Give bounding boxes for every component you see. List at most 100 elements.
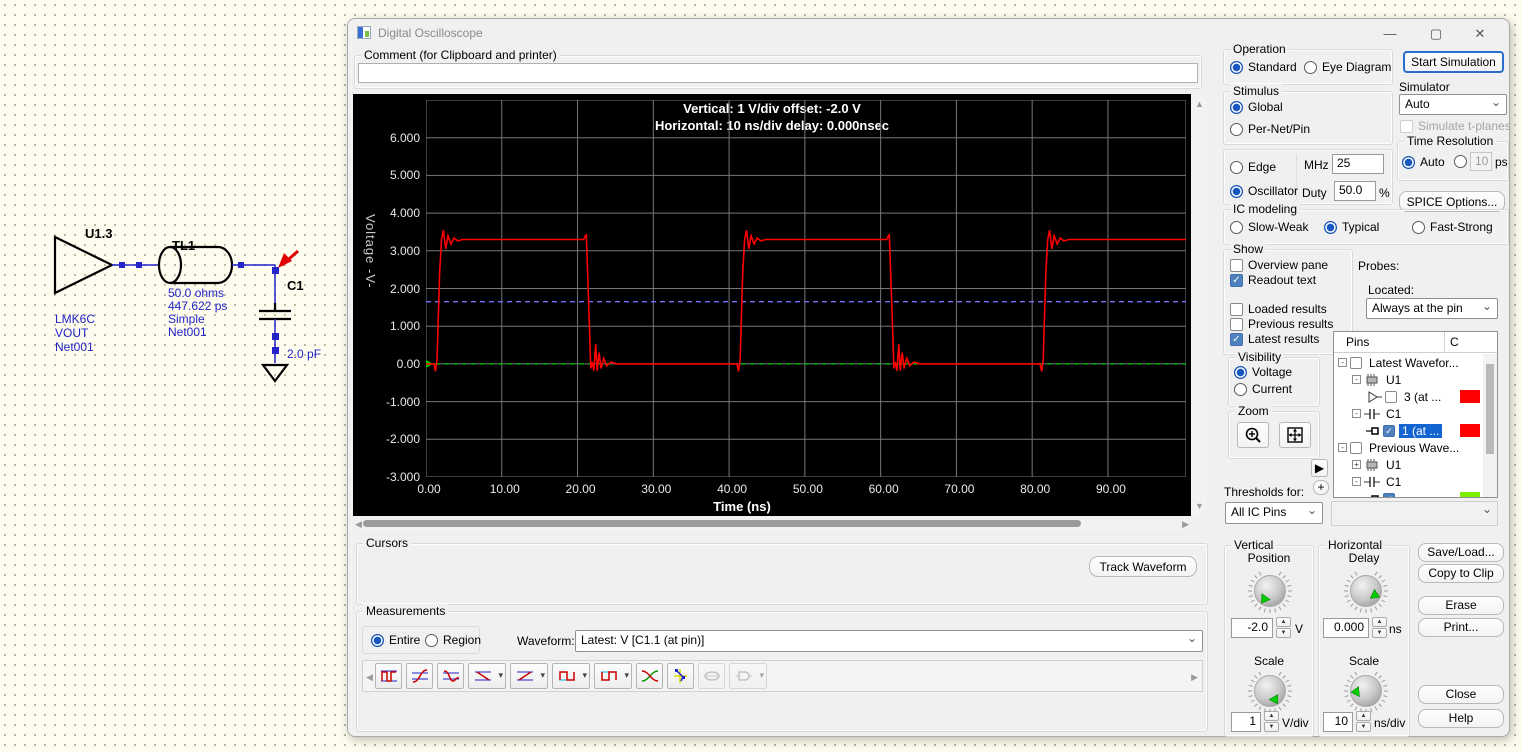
simulator-combo[interactable]: Auto bbox=[1399, 94, 1507, 115]
pins-tree-row[interactable]: - Previous Wave... bbox=[1334, 439, 1482, 456]
probe-checkbox[interactable] bbox=[1350, 442, 1362, 454]
tline-symbol[interactable] bbox=[159, 247, 232, 283]
scrollbar-thumb[interactable] bbox=[363, 520, 1081, 527]
collapse-icon[interactable]: - bbox=[1338, 358, 1347, 367]
loaded-results-checkbox[interactable]: Loaded results bbox=[1230, 302, 1327, 316]
rising-edge-button[interactable] bbox=[406, 663, 433, 689]
horizontal-delay-field[interactable]: 0.000 bbox=[1323, 618, 1369, 638]
previous-results-checkbox[interactable]: Previous results bbox=[1230, 317, 1333, 331]
probe-checkbox[interactable] bbox=[1383, 425, 1395, 437]
falling-wave-button[interactable] bbox=[437, 663, 464, 689]
pin-label[interactable]: Latest Wavefor... bbox=[1366, 356, 1462, 370]
latest-results-checkbox[interactable]: Latest results bbox=[1230, 332, 1319, 346]
entire-radio[interactable]: Entire bbox=[371, 633, 420, 647]
pulse-low-button[interactable] bbox=[594, 663, 632, 689]
toolbar-scroll-right-icon[interactable]: ▶ bbox=[1191, 672, 1198, 683]
fast-strong-radio[interactable]: Fast-Strong bbox=[1412, 220, 1493, 234]
mhz-field[interactable]: 25 bbox=[1332, 154, 1384, 174]
horizontal-scale-field[interactable]: 10 bbox=[1323, 712, 1353, 732]
pins-tree-scrollbar[interactable] bbox=[1483, 354, 1497, 497]
probe-checkbox[interactable] bbox=[1350, 357, 1362, 369]
print-button[interactable]: Print... bbox=[1418, 618, 1504, 637]
global-radio[interactable]: Global bbox=[1230, 100, 1283, 114]
duty-field[interactable]: 50.0 bbox=[1334, 181, 1376, 201]
pins-tree-panel[interactable]: Pins C -Latest Wavefor...-U13 (at ...-C1… bbox=[1333, 331, 1498, 498]
expand-icon[interactable]: + bbox=[1352, 460, 1361, 469]
vertical-scale-knob[interactable] bbox=[1247, 668, 1293, 717]
toolbar-scroll-left-icon[interactable]: ◀ bbox=[366, 672, 373, 683]
pin-label[interactable]: 3 (at ... bbox=[1401, 390, 1444, 404]
horizontal-scale-spinner[interactable]: ▲▼ bbox=[1356, 711, 1371, 732]
pins-tree-row[interactable]: - U1 bbox=[1334, 371, 1482, 388]
comment-input[interactable] bbox=[358, 63, 1198, 83]
scope-vertical-scrollbar[interactable]: ▲ ▼ bbox=[1191, 94, 1206, 516]
thresholds-combo[interactable]: All IC Pins bbox=[1225, 502, 1323, 524]
probe-cursor-button[interactable] bbox=[667, 663, 694, 689]
standard-radio[interactable]: Standard bbox=[1230, 60, 1297, 74]
collapse-icon[interactable]: - bbox=[1352, 477, 1361, 486]
pin-label[interactable]: U1 bbox=[1383, 458, 1404, 472]
trace-color-swatch[interactable] bbox=[1460, 492, 1480, 497]
track-waveform-button[interactable]: Track Waveform bbox=[1089, 556, 1197, 577]
readout-text-checkbox[interactable]: Readout text bbox=[1230, 273, 1316, 287]
per-net-pin-radio[interactable]: Per-Net/Pin bbox=[1230, 122, 1310, 136]
pulse-high-button[interactable] bbox=[552, 663, 590, 689]
square-wave-button[interactable] bbox=[375, 663, 402, 689]
threshold-value-combo[interactable] bbox=[1331, 501, 1498, 526]
pins-tree-row[interactable] bbox=[1334, 490, 1482, 497]
time-manual-radio[interactable] bbox=[1454, 155, 1467, 168]
rising-slope-button[interactable] bbox=[510, 663, 548, 689]
minimize-button[interactable]: — bbox=[1373, 23, 1407, 45]
probe-checkbox[interactable] bbox=[1385, 391, 1397, 403]
eye-diagram-radio[interactable]: Eye Diagram bbox=[1304, 60, 1391, 74]
eye-mask-button[interactable] bbox=[636, 663, 663, 689]
waveform-combo[interactable]: Latest: V [C1.1 (at pin)] bbox=[575, 630, 1203, 652]
scroll-up-icon[interactable]: ▲ bbox=[1195, 99, 1204, 109]
vertical-position-spinner[interactable]: ▲▼ bbox=[1276, 617, 1291, 638]
pins-tree-row[interactable]: 3 (at ... bbox=[1334, 388, 1482, 405]
time-auto-radio[interactable]: Auto bbox=[1402, 155, 1445, 169]
pin-label[interactable]: 1 (at ... bbox=[1399, 424, 1442, 438]
edge-radio[interactable]: Edge bbox=[1230, 160, 1276, 174]
trace-color-swatch[interactable] bbox=[1460, 424, 1480, 437]
pin-label[interactable]: Previous Wave... bbox=[1366, 441, 1462, 455]
pins-tree-row[interactable]: - C1 bbox=[1334, 473, 1482, 490]
add-probe-button[interactable]: + bbox=[1313, 480, 1329, 495]
simulate-tplanes-checkbox[interactable]: Simulate t-planes bbox=[1400, 119, 1511, 133]
close-button[interactable]: Close bbox=[1418, 685, 1504, 704]
probe-checkbox[interactable] bbox=[1383, 493, 1395, 498]
overview-pane-checkbox[interactable]: Overview pane bbox=[1230, 258, 1328, 272]
vertical-position-knob[interactable] bbox=[1247, 568, 1293, 617]
vertical-scale-spinner[interactable]: ▲▼ bbox=[1264, 711, 1279, 732]
horizontal-delay-knob[interactable] bbox=[1343, 568, 1389, 617]
close-window-button[interactable]: ✕ bbox=[1463, 23, 1497, 45]
scope-display[interactable]: Vertical: 1 V/div offset: -2.0 V Horizon… bbox=[353, 94, 1191, 516]
zoom-fit-button[interactable] bbox=[1279, 422, 1311, 448]
pin-label[interactable]: C1 bbox=[1383, 407, 1404, 421]
collapse-icon[interactable]: - bbox=[1352, 375, 1361, 384]
scroll-right-icon[interactable]: ▶ bbox=[1182, 519, 1189, 530]
buffer-symbol[interactable] bbox=[55, 237, 112, 293]
zoom-in-button[interactable] bbox=[1237, 422, 1269, 448]
save-load-button[interactable]: Save/Load... bbox=[1418, 543, 1504, 562]
falling-slope-button[interactable] bbox=[468, 663, 506, 689]
slow-weak-radio[interactable]: Slow-Weak bbox=[1230, 220, 1308, 234]
collapse-icon[interactable]: - bbox=[1352, 409, 1361, 418]
title-bar[interactable]: Digital Oscilloscope — ▢ ✕ bbox=[348, 19, 1509, 47]
copy-to-clip-button[interactable]: Copy to Clip bbox=[1418, 564, 1504, 583]
scroll-left-icon[interactable]: ◀ bbox=[355, 519, 362, 530]
collapse-icon[interactable]: - bbox=[1338, 443, 1347, 452]
located-combo[interactable]: Always at the pin bbox=[1366, 298, 1498, 319]
pins-tree-row[interactable]: - C1 bbox=[1334, 405, 1482, 422]
scroll-down-icon[interactable]: ▼ bbox=[1195, 501, 1204, 511]
pin-label[interactable]: U1 bbox=[1383, 373, 1404, 387]
region-radio[interactable]: Region bbox=[425, 633, 481, 647]
horizontal-scale-knob[interactable] bbox=[1343, 668, 1389, 717]
erase-button[interactable]: Erase bbox=[1418, 596, 1504, 615]
voltage-radio[interactable]: Voltage bbox=[1234, 365, 1292, 379]
pin-label[interactable]: C1 bbox=[1383, 475, 1404, 489]
typical-radio[interactable]: Typical bbox=[1324, 220, 1379, 234]
maximize-button[interactable]: ▢ bbox=[1419, 23, 1453, 45]
pins-tree-row[interactable]: 1 (at ... bbox=[1334, 422, 1482, 439]
horizontal-delay-spinner[interactable]: ▲▼ bbox=[1372, 617, 1387, 638]
